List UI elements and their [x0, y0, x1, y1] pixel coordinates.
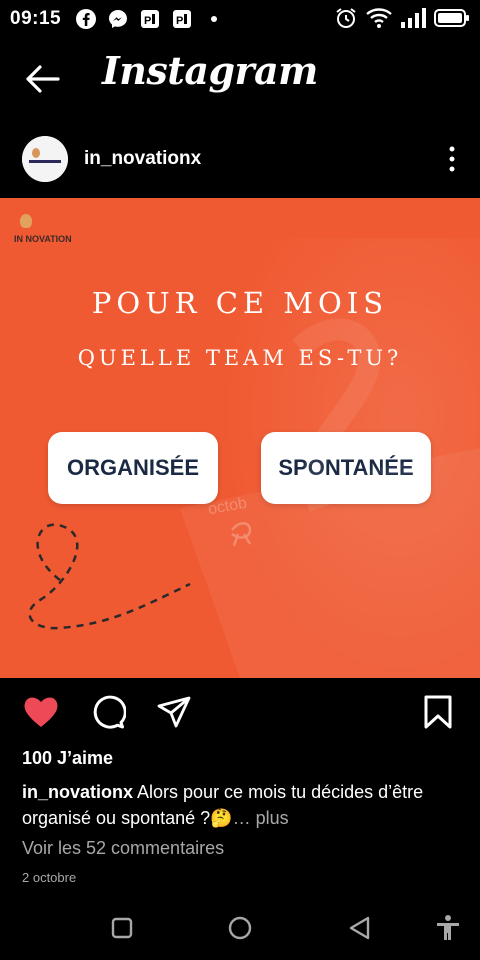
status-time: 09:15	[10, 8, 62, 29]
signal-icon	[400, 7, 426, 34]
arrow-left-icon[interactable]	[22, 62, 62, 96]
accessibility-icon[interactable]	[434, 914, 462, 942]
pdf-icon: P	[139, 8, 161, 30]
system-nav-bar	[0, 900, 480, 960]
alarm-icon	[334, 6, 358, 35]
facebook-icon	[75, 8, 97, 30]
post-username[interactable]: in_novationx	[84, 148, 201, 170]
status-system-icons	[334, 6, 470, 35]
status-notification-icons: P P	[75, 8, 225, 30]
caption-username[interactable]: in_novationx	[22, 782, 133, 802]
status-bar: 09:15 P P	[0, 0, 480, 38]
post-image[interactable]: IN NOVATION POUR CE MOIS QUELLE TEAM ES-…	[0, 198, 480, 678]
messenger-icon	[107, 8, 129, 30]
post-date: 2 octobre	[22, 870, 77, 885]
share-send-icon[interactable]	[156, 694, 192, 730]
likes-count[interactable]: 100 J’aime	[22, 748, 113, 769]
dot-icon	[203, 8, 225, 30]
battery-icon	[434, 8, 470, 33]
app-title: Instagram	[102, 48, 318, 93]
comment-icon[interactable]	[90, 694, 127, 730]
wifi-icon	[366, 6, 392, 35]
post-header: in_novationx	[0, 130, 480, 192]
avatar[interactable]	[22, 136, 68, 182]
caption-more-link[interactable]: … plus	[233, 808, 289, 828]
calendar-decoration	[28, 318, 480, 678]
post-caption: in_novationx Alors pour ce mois tu décid…	[22, 779, 462, 831]
like-heart-icon[interactable]	[22, 694, 58, 730]
post-actions	[0, 688, 480, 736]
more-options-icon[interactable]	[448, 146, 456, 172]
svg-text:P: P	[176, 15, 183, 27]
back-triangle-icon[interactable]	[346, 914, 374, 942]
pdf-icon: P	[171, 8, 193, 30]
view-comments-link[interactable]: Voir les 52 commentaires	[22, 838, 224, 859]
save-bookmark-icon[interactable]	[420, 694, 456, 730]
app-header: Instagram	[0, 38, 480, 120]
home-circle-icon[interactable]	[226, 914, 254, 942]
recents-square-icon[interactable]	[108, 914, 136, 942]
svg-text:P: P	[144, 15, 151, 27]
